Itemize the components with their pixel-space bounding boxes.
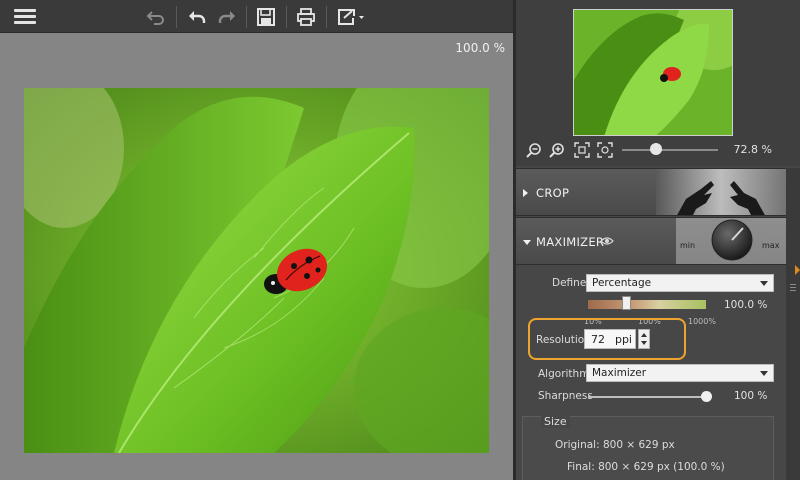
hamburger-menu-icon[interactable] (14, 9, 36, 25)
expand-arrow-icon (523, 189, 528, 197)
dial-max-label: max (762, 241, 780, 250)
maximizer-title: MAXIMIZER (536, 235, 605, 249)
export-icon (338, 9, 364, 25)
chevron-down-icon (760, 371, 768, 376)
save-icon (257, 8, 275, 26)
main-photo[interactable] (24, 88, 489, 453)
resolution-stepper[interactable] (638, 329, 650, 349)
undo-all-button[interactable] (145, 6, 167, 28)
navigator: 72.8 % (516, 0, 800, 166)
resolution-input[interactable]: 72 ppi (584, 329, 636, 349)
tick-label: 1000% (688, 317, 716, 326)
panel-tab-arrow-icon[interactable] (795, 265, 800, 275)
resolution-label: Resolution (536, 334, 591, 346)
chevron-down-icon (760, 281, 768, 286)
sharpness-slider-track[interactable] (588, 396, 706, 398)
navigator-thumbnail[interactable] (573, 9, 733, 136)
actual-size-icon[interactable] (597, 142, 613, 158)
maximizer-panel: Define Percentage 100.0 % 10% 100% 1000%… (516, 266, 786, 480)
algorithm-dropdown[interactable]: Maximizer (586, 364, 774, 382)
zoom-slider-track[interactable] (622, 149, 718, 151)
panel-scrollbar[interactable] (786, 168, 800, 480)
resolution-value: 72 (591, 333, 605, 346)
stepper-up-icon[interactable] (641, 333, 647, 337)
sharpness-label: Sharpness (538, 390, 593, 402)
toolbar-separator (176, 6, 177, 28)
zoom-out-icon[interactable] (526, 142, 542, 158)
undo-button[interactable] (186, 6, 208, 28)
undo-all-icon (146, 11, 164, 25)
algorithm-label: Algorithm (538, 368, 590, 380)
redo-button[interactable] (216, 6, 238, 28)
toolbar-separator (246, 6, 247, 28)
eye-icon[interactable] (600, 236, 614, 246)
navigator-controls: 72.8 % (516, 138, 800, 162)
app-window: 100.0 % 72.8 % CROP MAXIMIZER min max De… (0, 0, 800, 480)
define-label: Define (552, 277, 587, 289)
crop-section-header[interactable]: CROP (516, 168, 786, 216)
collapse-arrow-icon (523, 240, 531, 245)
print-button[interactable] (295, 6, 317, 28)
percentage-slider-track[interactable] (588, 300, 706, 309)
toolbar-separator (286, 6, 287, 28)
sharpness-slider-handle[interactable] (700, 391, 712, 402)
size-title: Size (541, 415, 570, 428)
zoom-percentage-label: 100.0 % (455, 41, 505, 55)
maximizer-section-header[interactable]: MAXIMIZER min max (516, 217, 786, 265)
ladybug-leaf-image (24, 88, 489, 453)
sharpness-value: 100 % (734, 390, 768, 402)
toolbar-separator (326, 6, 327, 28)
undo-icon (189, 11, 206, 23)
size-group: Size Original: 800 × 629 px Final: 800 ×… (522, 415, 774, 480)
redo-icon (218, 11, 235, 23)
right-panel: 72.8 % CROP MAXIMIZER min max Define Per… (516, 0, 800, 480)
percentage-slider-handle[interactable] (622, 296, 632, 310)
percentage-value: 100.0 % (724, 299, 768, 311)
crop-title: CROP (536, 186, 570, 200)
stepper-down-icon[interactable] (641, 341, 647, 345)
dial-min-label: min (680, 241, 695, 250)
fit-to-window-icon[interactable] (574, 142, 590, 158)
original-size: Original: 800 × 629 px (555, 439, 675, 451)
navigator-zoom-value: 72.8 % (733, 143, 772, 156)
export-button[interactable] (335, 6, 367, 28)
zoom-slider-handle[interactable] (649, 143, 662, 155)
define-dropdown-value: Percentage (592, 277, 652, 289)
image-canvas[interactable]: 100.0 % (0, 33, 513, 480)
maximizer-dial-illustration: min max (676, 218, 786, 264)
save-button[interactable] (255, 6, 277, 28)
toolbar (0, 0, 513, 33)
crop-hands-illustration (656, 169, 786, 215)
resolution-unit: ppi (614, 333, 632, 346)
algorithm-dropdown-value: Maximizer (592, 367, 647, 379)
zoom-in-icon[interactable] (549, 142, 565, 158)
final-size: Final: 800 × 629 px (100.0 %) (567, 461, 725, 473)
define-dropdown[interactable]: Percentage (586, 274, 774, 292)
print-icon (297, 8, 315, 26)
